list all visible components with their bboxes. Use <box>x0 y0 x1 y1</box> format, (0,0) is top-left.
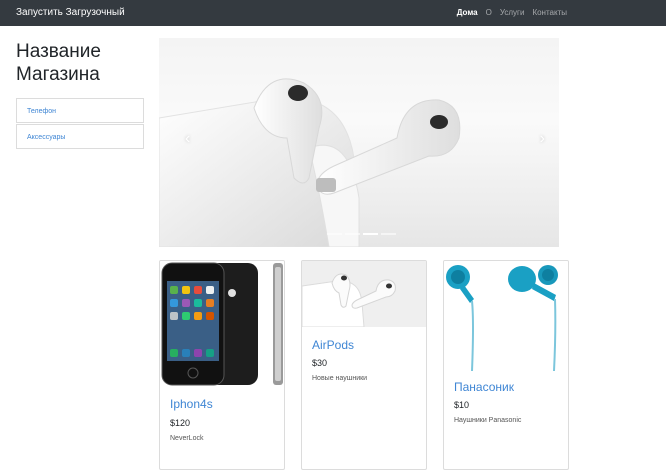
category-item-phone[interactable]: Телефон <box>16 98 144 123</box>
shop-title: Название Магазина <box>16 41 101 85</box>
nav-link-home[interactable]: Дома <box>457 8 478 17</box>
carousel-indicator[interactable] <box>327 233 342 235</box>
category-list: Телефон Аксессуары <box>16 98 144 150</box>
carousel-prev-icon[interactable]: ‹ <box>185 130 190 148</box>
product-card-panasonic: Панасоник $10 Наушники Panasonic <box>443 260 569 470</box>
product-price: $120 <box>170 418 191 428</box>
carousel-slide-image <box>159 78 461 247</box>
carousel-indicator[interactable] <box>345 233 360 235</box>
product-image-iphone[interactable] <box>160 261 284 389</box>
product-card-iphone: Iphon4s $120 NeverLock <box>159 260 285 470</box>
product-price: $10 <box>454 400 470 410</box>
product-card-airpods: AirPods $30 Новые наушники <box>301 260 427 470</box>
product-description: Наушники Panasonic <box>454 417 522 424</box>
product-description: NeverLock <box>170 435 204 442</box>
nav-link-about[interactable]: О <box>486 8 492 17</box>
carousel-indicators <box>327 233 396 235</box>
product-title[interactable]: Панасоник <box>454 380 514 394</box>
carousel: ‹ › <box>159 38 559 247</box>
carousel-indicator-active[interactable] <box>363 233 378 235</box>
product-title[interactable]: Iphon4s <box>170 397 213 411</box>
nav-link-services[interactable]: Услуги <box>500 8 525 17</box>
product-price: $30 <box>312 358 328 368</box>
product-description: Новые наушники <box>312 375 368 382</box>
product-image-panasonic[interactable] <box>444 261 568 371</box>
nav-link-contacts[interactable]: Контакты <box>532 8 567 17</box>
category-item-accessories[interactable]: Аксессуары <box>16 124 144 149</box>
carousel-indicator[interactable] <box>381 233 396 235</box>
nav-links: Дома О Услуги Контакты <box>457 8 567 17</box>
navbar: Запустить Загрузочный Дома О Услуги Конт… <box>0 0 666 26</box>
product-image-airpods[interactable] <box>302 261 426 327</box>
navbar-brand[interactable]: Запустить Загрузочный <box>16 7 125 18</box>
product-title[interactable]: AirPods <box>312 338 354 352</box>
carousel-next-icon[interactable]: › <box>540 130 545 148</box>
